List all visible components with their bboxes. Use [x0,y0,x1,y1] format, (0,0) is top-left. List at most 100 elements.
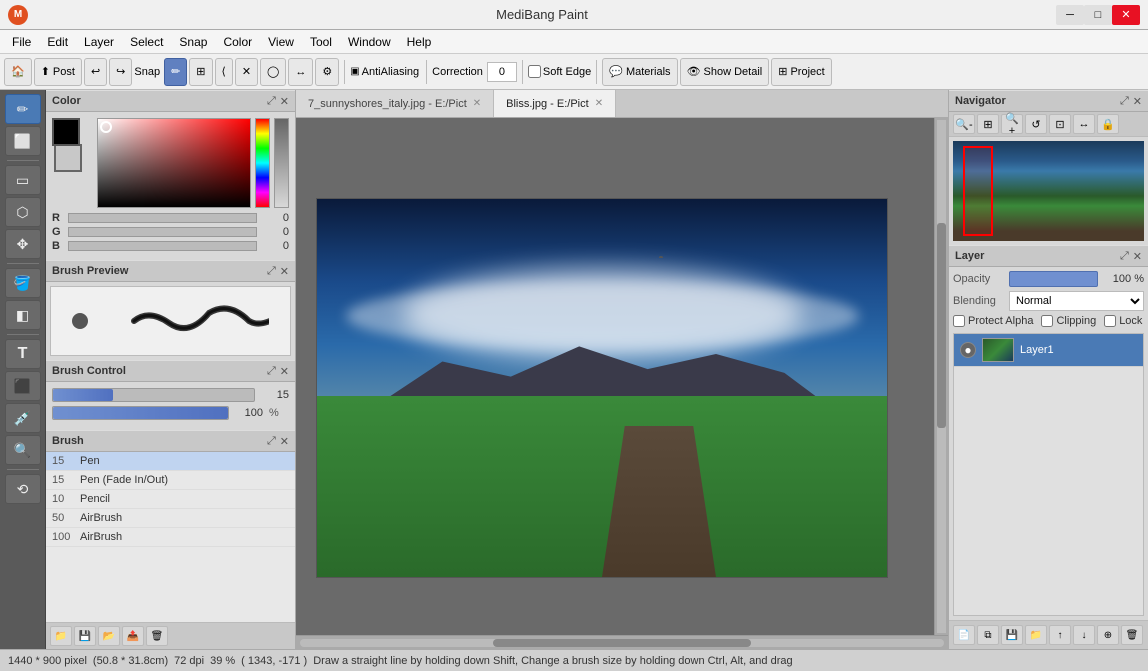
nav-rotate-btn[interactable]: ↺ [1025,114,1047,134]
brush-preview-close-icon[interactable]: ✕ [280,265,289,278]
fg-color-swatch[interactable] [52,118,80,146]
layer-merge-btn[interactable]: ⊕ [1097,625,1119,645]
opacity-bar[interactable] [1009,271,1098,287]
tab-0-close[interactable]: ✕ [473,98,481,109]
blending-select[interactable]: Normal [1009,291,1144,311]
zoom-tool[interactable]: 🔍 [5,435,41,465]
brush-list-expand-icon[interactable]: ⤢ [267,435,276,448]
menu-item-select[interactable]: Select [122,33,171,51]
brush-list-save-btn[interactable]: 💾 [74,626,96,646]
eyedropper-tool[interactable]: 💉 [5,403,41,433]
lasso-tool[interactable]: ⬡ [5,197,41,227]
close-button[interactable]: ✕ [1112,5,1140,25]
menu-item-snap[interactable]: Snap [171,33,215,51]
fill-tool[interactable]: 🪣 [5,268,41,298]
snap-circle-button[interactable]: ◯ [260,58,286,86]
text-tool[interactable]: T [5,339,41,369]
layer-panel-close-icon[interactable]: ✕ [1133,250,1142,263]
brush-item[interactable]: 10 Pencil [46,490,295,509]
canvas-viewport[interactable] [296,118,934,635]
menu-item-window[interactable]: Window [340,33,399,51]
tab-0[interactable]: 7_sunnyshores_italy.jpg - E:/Pict ✕ [296,90,494,117]
layer-save-btn[interactable]: 💾 [1001,625,1023,645]
nav-fit-btn[interactable]: ⊞ [977,114,999,134]
snap-grid-button[interactable]: ⊞ [189,58,212,86]
brush-item[interactable]: 100 AirBrush [46,528,295,547]
eraser-tool[interactable]: ⬜ [5,126,41,156]
move-tool[interactable]: ✥ [5,229,41,259]
layer-delete-btn[interactable]: 🗑 [1121,625,1143,645]
nav-zoom-out-btn[interactable]: 🔍- [953,114,975,134]
menu-item-view[interactable]: View [260,33,302,51]
r-bar[interactable] [68,213,257,223]
snap-cross-button[interactable]: ✕ [235,58,258,86]
post-button[interactable]: ⬆ Post [34,58,82,86]
brush-list-delete-btn[interactable]: 🗑 [146,626,168,646]
snap-pen-button[interactable]: ✏ [164,58,187,86]
menu-item-help[interactable]: Help [399,33,440,51]
redo-button[interactable]: ↪ [109,58,132,86]
snap-settings-button[interactable]: ⚙ [315,58,339,86]
color-hue-slider[interactable] [255,118,270,208]
brush-item[interactable]: 50 AirBrush [46,509,295,528]
materials-button[interactable]: 💬 Materials [602,58,677,86]
color-alpha-slider[interactable] [274,118,289,208]
color-close-icon[interactable]: ✕ [280,95,289,108]
soft-edge-checkbox[interactable] [528,65,541,78]
snap-symmetry-button[interactable]: ↔ [288,58,313,86]
bg-color-swatch[interactable] [54,144,82,172]
brush-list-import-btn[interactable]: 📂 [98,626,120,646]
brush-tool[interactable]: ✏ [5,94,41,124]
project-button[interactable]: ⊞ Project [771,58,831,86]
tab-1[interactable]: Bliss.jpg - E:/Pict ✕ [494,90,616,117]
b-bar[interactable] [68,241,257,251]
layer-new-btn[interactable]: 📄 [953,625,975,645]
brush-preview-expand-icon[interactable]: ⤢ [267,265,276,278]
menu-item-layer[interactable]: Layer [76,33,122,51]
show-detail-button[interactable]: 👁 Show Detail [680,58,770,86]
layer-item[interactable]: ● Layer1 [954,334,1143,367]
color-gradient[interactable] [97,118,251,208]
snap-line-button[interactable]: ⟨ [215,58,233,86]
maximize-button[interactable]: □ [1084,5,1112,25]
vscroll-thumb[interactable] [937,223,946,428]
brush-item[interactable]: 15 Pen (Fade In/Out) [46,471,295,490]
brush-control-close-icon[interactable]: ✕ [280,365,289,378]
g-bar[interactable] [68,227,257,237]
correction-input[interactable] [487,62,517,82]
layer-move-down-btn[interactable]: ↓ [1073,625,1095,645]
navigator-close-icon[interactable]: ✕ [1133,95,1142,108]
select-tool[interactable]: ▭ [5,165,41,195]
lock-checkbox[interactable] [1104,315,1116,327]
nav-fit2-btn[interactable]: ⊡ [1049,114,1071,134]
tab-1-close[interactable]: ✕ [595,98,603,109]
navigator-expand-icon[interactable]: ⤢ [1120,95,1129,108]
shape-tool[interactable]: ⬛ [5,371,41,401]
clipping-checkbox[interactable] [1041,315,1053,327]
transform-tool[interactable]: ⟲ [5,474,41,504]
hscroll-thumb[interactable] [493,639,751,647]
menu-item-tool[interactable]: Tool [302,33,340,51]
navigator-content[interactable] [953,141,1144,241]
nav-flip-btn[interactable]: ↔ [1073,114,1095,134]
layer-copy-btn[interactable]: ⧉ [977,625,999,645]
undo-button[interactable]: ↩ [84,58,107,86]
gradient-tool[interactable]: ◧ [5,300,41,330]
layer-move-up-btn[interactable]: ↑ [1049,625,1071,645]
layer-vis-toggle[interactable]: ● [960,342,976,358]
brush-list-folder-btn[interactable]: 📁 [50,626,72,646]
home-button[interactable]: 🏠 [4,58,32,86]
brush-list-close-icon[interactable]: ✕ [280,435,289,448]
nav-lock-btn[interactable]: 🔒 [1097,114,1119,134]
brush-control-expand-icon[interactable]: ⤢ [267,365,276,378]
menu-item-file[interactable]: File [4,33,39,51]
opacity-slider[interactable] [52,406,229,420]
minimize-button[interactable]: ─ [1056,5,1084,25]
layer-folder-btn[interactable]: 📁 [1025,625,1047,645]
layer-panel-expand-icon[interactable]: ⤢ [1120,250,1129,263]
size-slider[interactable] [52,388,255,402]
nav-zoom-in-btn[interactable]: 🔍+ [1001,114,1023,134]
menu-item-color[interactable]: Color [215,33,260,51]
brush-item[interactable]: 15 Pen [46,452,295,471]
color-expand-icon[interactable]: ⤢ [267,95,276,108]
